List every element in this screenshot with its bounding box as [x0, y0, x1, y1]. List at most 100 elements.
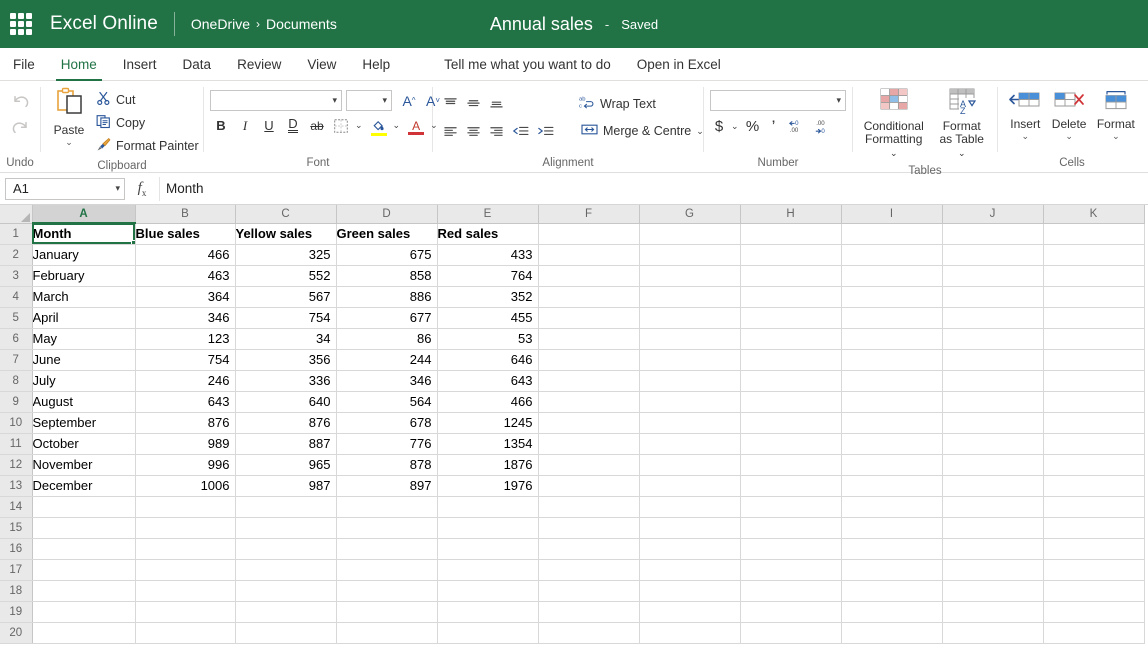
cell-g5[interactable]	[639, 307, 741, 329]
cell-d17[interactable]	[336, 559, 438, 581]
tab-home[interactable]: Home	[48, 48, 110, 81]
cell-e13[interactable]: 1976	[437, 475, 539, 497]
column-header-a[interactable]: A	[32, 205, 136, 224]
cell-d6[interactable]: 86	[336, 328, 438, 350]
cell-d1[interactable]: Green sales	[336, 223, 438, 245]
cell-b13[interactable]: 1006	[135, 475, 236, 497]
undo-arrow-icon[interactable]	[7, 89, 33, 113]
cell-i1[interactable]	[841, 223, 943, 245]
cell-k3[interactable]	[1043, 265, 1145, 287]
row-header-6[interactable]: 6	[0, 328, 33, 350]
cell-i11[interactable]	[841, 433, 943, 455]
top-align-icon[interactable]	[439, 93, 461, 114]
row-header-8[interactable]: 8	[0, 370, 33, 392]
cell-k5[interactable]	[1043, 307, 1145, 329]
row-header-1[interactable]: 1	[0, 223, 33, 245]
cell-c19[interactable]	[235, 601, 337, 623]
cell-h2[interactable]	[740, 244, 842, 266]
format-as-table-caret-icon[interactable]: ⌄	[958, 148, 966, 158]
cell-k16[interactable]	[1043, 538, 1145, 560]
cell-c13[interactable]: 987	[235, 475, 337, 497]
cell-j20[interactable]	[942, 622, 1044, 644]
cell-h17[interactable]	[740, 559, 842, 581]
cell-f10[interactable]	[538, 412, 640, 434]
cell-k11[interactable]	[1043, 433, 1145, 455]
cell-a19[interactable]	[32, 601, 136, 623]
merge-centre-button[interactable]: Merge & Centre ⌄	[576, 120, 709, 142]
column-header-i[interactable]: I	[841, 205, 943, 224]
cell-a13[interactable]: December	[32, 475, 136, 497]
cell-c12[interactable]: 965	[235, 454, 337, 476]
copy-button[interactable]: Copy	[91, 112, 204, 134]
cell-j9[interactable]	[942, 391, 1044, 413]
cell-h14[interactable]	[740, 496, 842, 518]
italic-button[interactable]: I	[234, 115, 256, 136]
cell-d16[interactable]	[336, 538, 438, 560]
cell-b17[interactable]	[135, 559, 236, 581]
cell-d18[interactable]	[336, 580, 438, 602]
cell-f6[interactable]	[538, 328, 640, 350]
cell-k9[interactable]	[1043, 391, 1145, 413]
cell-b8[interactable]: 246	[135, 370, 236, 392]
cell-h18[interactable]	[740, 580, 842, 602]
tab-insert[interactable]: Insert	[110, 48, 170, 80]
column-header-h[interactable]: H	[740, 205, 842, 224]
cell-h13[interactable]	[740, 475, 842, 497]
font-size-select[interactable]: ▾	[346, 90, 392, 111]
column-header-k[interactable]: K	[1043, 205, 1145, 224]
cell-g6[interactable]	[639, 328, 741, 350]
cell-b7[interactable]: 754	[135, 349, 236, 371]
cell-e11[interactable]: 1354	[437, 433, 539, 455]
cell-j11[interactable]	[942, 433, 1044, 455]
row-header-19[interactable]: 19	[0, 601, 33, 623]
cell-f2[interactable]	[538, 244, 640, 266]
cell-c4[interactable]: 567	[235, 286, 337, 308]
cell-c20[interactable]	[235, 622, 337, 644]
cell-g7[interactable]	[639, 349, 741, 371]
cell-a3[interactable]: February	[32, 265, 136, 287]
cell-h7[interactable]	[740, 349, 842, 371]
cell-b11[interactable]: 989	[135, 433, 236, 455]
cell-d11[interactable]: 776	[336, 433, 438, 455]
cell-e16[interactable]	[437, 538, 539, 560]
cell-f13[interactable]	[538, 475, 640, 497]
bottom-align-icon[interactable]	[485, 93, 507, 114]
save-status-label[interactable]: Saved	[621, 17, 658, 32]
tell-me-search[interactable]: Tell me what you want to do	[431, 48, 624, 80]
row-header-15[interactable]: 15	[0, 517, 33, 539]
cell-g18[interactable]	[639, 580, 741, 602]
paste-caret-icon[interactable]: ⌄	[65, 138, 73, 147]
cell-d19[interactable]	[336, 601, 438, 623]
cell-d13[interactable]: 897	[336, 475, 438, 497]
cell-b2[interactable]: 466	[135, 244, 236, 266]
cell-f5[interactable]	[538, 307, 640, 329]
cell-h6[interactable]	[740, 328, 842, 350]
cell-h9[interactable]	[740, 391, 842, 413]
row-header-10[interactable]: 10	[0, 412, 33, 434]
cell-i3[interactable]	[841, 265, 943, 287]
cell-g14[interactable]	[639, 496, 741, 518]
row-header-11[interactable]: 11	[0, 433, 33, 455]
cell-a6[interactable]: May	[32, 328, 136, 350]
cut-button[interactable]: Cut	[91, 89, 204, 111]
cell-a14[interactable]	[32, 496, 136, 518]
cell-f15[interactable]	[538, 517, 640, 539]
bold-button[interactable]: B	[210, 115, 232, 136]
cell-k8[interactable]	[1043, 370, 1145, 392]
cell-b12[interactable]: 996	[135, 454, 236, 476]
column-header-e[interactable]: E	[437, 205, 539, 224]
cell-b10[interactable]: 876	[135, 412, 236, 434]
cell-a10[interactable]: September	[32, 412, 136, 434]
cell-j14[interactable]	[942, 496, 1044, 518]
format-cells-button[interactable]: Format ⌄	[1092, 87, 1140, 142]
cell-e8[interactable]: 643	[437, 370, 539, 392]
cell-h10[interactable]	[740, 412, 842, 434]
redo-arrow-icon[interactable]	[7, 115, 33, 139]
cell-j18[interactable]	[942, 580, 1044, 602]
breadcrumb-documents[interactable]: Documents	[266, 16, 337, 32]
underline-button[interactable]: U	[258, 115, 280, 136]
column-header-b[interactable]: B	[135, 205, 236, 224]
cell-e9[interactable]: 466	[437, 391, 539, 413]
cell-e3[interactable]: 764	[437, 265, 539, 287]
cell-g10[interactable]	[639, 412, 741, 434]
